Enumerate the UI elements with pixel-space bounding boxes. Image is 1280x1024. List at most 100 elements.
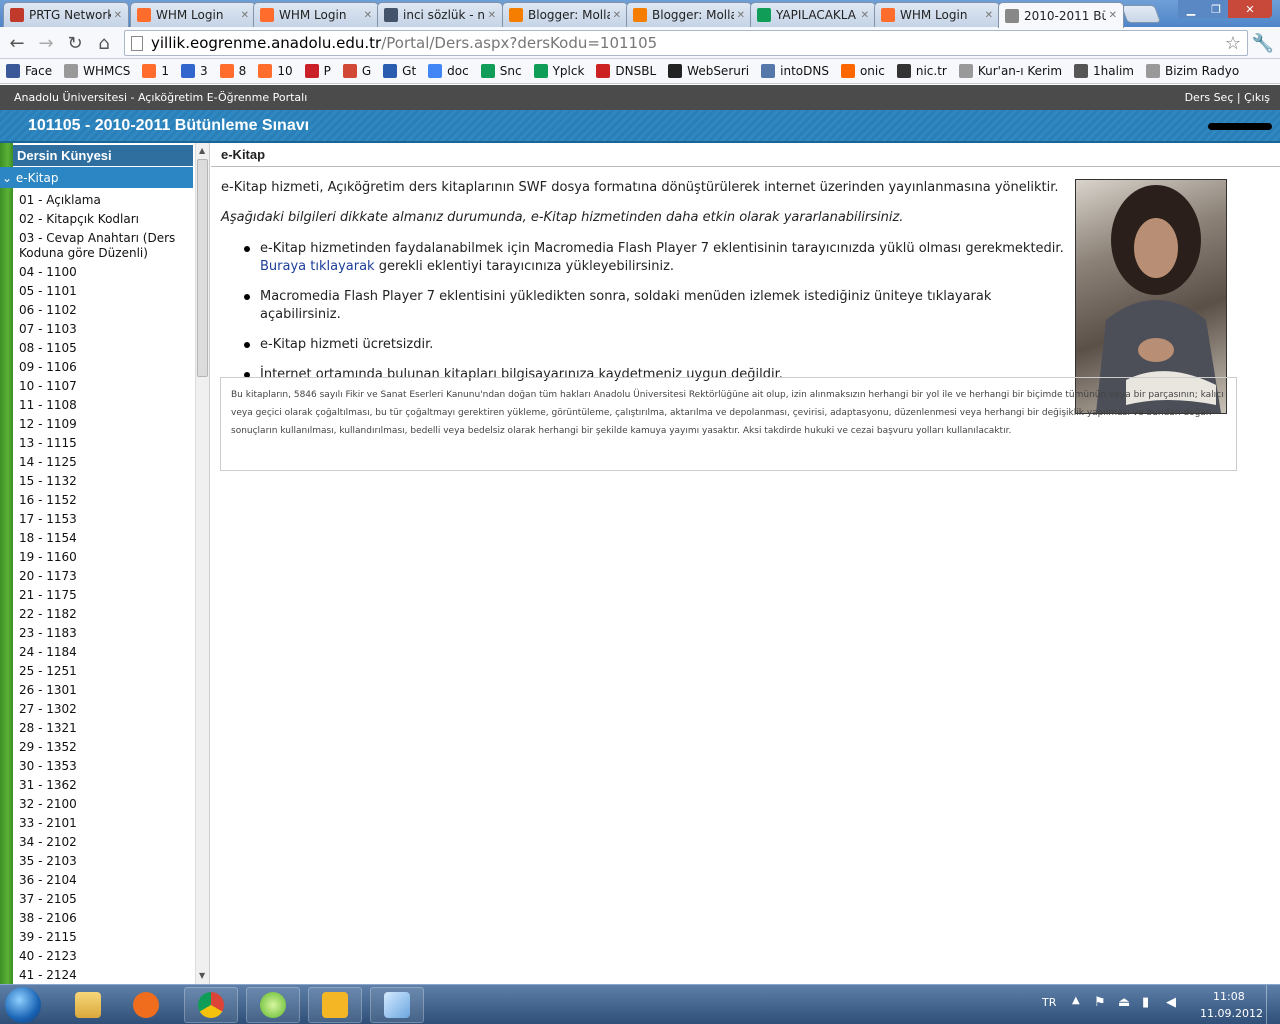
sidebar-item-e-kitap[interactable]: ⌄ e-Kitap	[0, 167, 193, 188]
sidebar-item[interactable]: 09 - 1106	[19, 358, 193, 377]
volume-icon[interactable]: ◀	[1166, 995, 1176, 1010]
minimize-button[interactable]: ▁	[1178, 0, 1204, 18]
bookmark-item[interactable]: Yplck	[533, 64, 584, 78]
sidebar-item[interactable]: 37 - 2105	[19, 890, 193, 909]
chrome-icon[interactable]	[184, 987, 238, 1023]
sidebar-item[interactable]: 36 - 2104	[19, 871, 193, 890]
bookmark-item[interactable]: Bizim Radyo	[1145, 64, 1239, 78]
close-tab-icon[interactable]: ✕	[488, 10, 496, 21]
sidebar-item[interactable]: 12 - 1109	[19, 415, 193, 434]
sidebar-item[interactable]: 06 - 1102	[19, 301, 193, 320]
chevron-up-icon[interactable]: ▲	[1072, 995, 1080, 1006]
paint-icon[interactable]	[370, 987, 424, 1023]
language-indicator[interactable]: TR	[1042, 996, 1056, 1009]
sidebar-item[interactable]: 31 - 1362	[19, 776, 193, 795]
flag-icon[interactable]: ⚑	[1094, 995, 1106, 1010]
bookmark-item[interactable]: intoDNS	[761, 64, 829, 78]
bookmark-item[interactable]: nic.tr	[896, 64, 947, 78]
bookmark-item[interactable]: 10	[258, 64, 293, 78]
start-button[interactable]	[5, 987, 41, 1023]
back-icon[interactable]: ←	[6, 32, 28, 54]
sidebar-item[interactable]: 32 - 2100	[19, 795, 193, 814]
restore-button[interactable]: ❐	[1204, 0, 1228, 18]
scroll-down-icon[interactable]: ▼	[199, 971, 205, 980]
star-icon[interactable]: ☆	[1225, 33, 1241, 54]
bookmark-item[interactable]: Snc	[480, 64, 522, 78]
sidebar-item[interactable]: 28 - 1321	[19, 719, 193, 738]
bookmark-item[interactable]: Kur'an-ı Kerim	[958, 64, 1062, 78]
clock-date[interactable]: 11.09.2012	[1200, 1007, 1263, 1020]
sidebar-item[interactable]: 19 - 1160	[19, 548, 193, 567]
show-desktop-button[interactable]	[1266, 985, 1280, 1024]
scrollbar-thumb[interactable]	[197, 159, 208, 377]
browser-tab[interactable]: WHM Login ✕	[130, 2, 256, 27]
sidebar-item[interactable]: 23 - 1183	[19, 624, 193, 643]
sidebar-item[interactable]: 03 - Cevap Anahtarı (Ders Koduna göre Dü…	[19, 229, 193, 263]
sidebar-item[interactable]: 38 - 2106	[19, 909, 193, 928]
sidebar-scrollbar[interactable]: ▲ ▼	[195, 143, 209, 984]
sidebar-item[interactable]: 27 - 1302	[19, 700, 193, 719]
sidebar-item[interactable]: 34 - 2102	[19, 833, 193, 852]
sidebar-item[interactable]: 07 - 1103	[19, 320, 193, 339]
browser-tab[interactable]: inci sözlük - n ✕	[377, 2, 503, 27]
browser-tab[interactable]: WHM Login ✕	[253, 2, 379, 27]
sidebar-item[interactable]: 10 - 1107	[19, 377, 193, 396]
outlook-icon[interactable]	[308, 987, 362, 1023]
sidebar-item[interactable]: 40 - 2123	[19, 947, 193, 966]
browser-tab[interactable]: Blogger: Molla ✕	[502, 2, 628, 27]
browser-tab[interactable]: YAPILACAKLA ✕	[750, 2, 876, 27]
scroll-up-icon[interactable]: ▲	[199, 146, 205, 155]
close-tab-icon[interactable]: ✕	[985, 10, 993, 21]
ders-sec-link[interactable]: Ders Seç	[1185, 91, 1234, 104]
sidebar-item[interactable]: 29 - 1352	[19, 738, 193, 757]
reload-icon[interactable]: ↻	[64, 32, 86, 54]
bookmark-item[interactable]: WHMCS	[64, 64, 130, 78]
close-tab-icon[interactable]: ✕	[114, 10, 122, 21]
bookmark-item[interactable]: Face	[6, 64, 52, 78]
close-tab-icon[interactable]: ✕	[241, 10, 249, 21]
sidebar-item[interactable]: 26 - 1301	[19, 681, 193, 700]
sidebar-item[interactable]: 05 - 1101	[19, 282, 193, 301]
sidebar-item[interactable]: 02 - Kitapçık Kodları	[19, 210, 193, 229]
sidebar-item[interactable]: 24 - 1184	[19, 643, 193, 662]
usb-icon[interactable]: ⏏	[1118, 995, 1130, 1010]
bookmark-item[interactable]: onic	[840, 64, 885, 78]
home-icon[interactable]: ⌂	[93, 32, 115, 54]
sidebar-item[interactable]: 33 - 2101	[19, 814, 193, 833]
forward-icon[interactable]: →	[35, 32, 57, 54]
sidebar-item[interactable]: 08 - 1105	[19, 339, 193, 358]
media-player-icon[interactable]	[120, 987, 172, 1023]
sidebar-item[interactable]: 14 - 1125	[19, 453, 193, 472]
bookmark-item[interactable]: DNSBL	[596, 64, 656, 78]
sidebar-item[interactable]: 35 - 2103	[19, 852, 193, 871]
sidebar-item[interactable]: 04 - 1100	[19, 263, 193, 282]
close-tab-icon[interactable]: ✕	[364, 10, 372, 21]
sidebar-item[interactable]: 41 - 2124	[19, 966, 193, 985]
close-tab-icon[interactable]: ✕	[861, 10, 869, 21]
sidebar-item[interactable]: 16 - 1152	[19, 491, 193, 510]
close-window-button[interactable]: ✕	[1228, 0, 1272, 18]
sidebar-item[interactable]: 15 - 1132	[19, 472, 193, 491]
bookmark-item[interactable]: G	[342, 64, 371, 78]
sidebar-item[interactable]: 11 - 1108	[19, 396, 193, 415]
bookmark-item[interactable]: 3	[181, 64, 208, 78]
bookmark-item[interactable]: 8	[219, 64, 246, 78]
sidebar-item[interactable]: 17 - 1153	[19, 510, 193, 529]
sidebar-item[interactable]: 13 - 1115	[19, 434, 193, 453]
bookmark-item[interactable]: 1	[142, 64, 169, 78]
sidebar-item[interactable]: 18 - 1154	[19, 529, 193, 548]
browser-tab[interactable]: Blogger: Molla ✕	[626, 2, 752, 27]
wrench-icon[interactable]: 🔧	[1252, 32, 1274, 54]
bookmark-item[interactable]: Gt	[383, 64, 416, 78]
bookmark-item[interactable]: WebSeruri	[668, 64, 749, 78]
browser-tab[interactable]: 2010-2011 Büt ✕	[998, 2, 1124, 28]
sidebar-item[interactable]: 01 - Açıklama	[19, 191, 193, 210]
browser-tab[interactable]: WHM Login ✕	[874, 2, 1000, 27]
sidebar-item[interactable]: 20 - 1173	[19, 567, 193, 586]
clock-time[interactable]: 11:08	[1213, 990, 1245, 1003]
bookmark-item[interactable]: 1halim	[1074, 64, 1134, 78]
sidebar-item[interactable]: 22 - 1182	[19, 605, 193, 624]
sidebar-item[interactable]: 25 - 1251	[19, 662, 193, 681]
close-tab-icon[interactable]: ✕	[1109, 10, 1117, 21]
close-tab-icon[interactable]: ✕	[613, 10, 621, 21]
